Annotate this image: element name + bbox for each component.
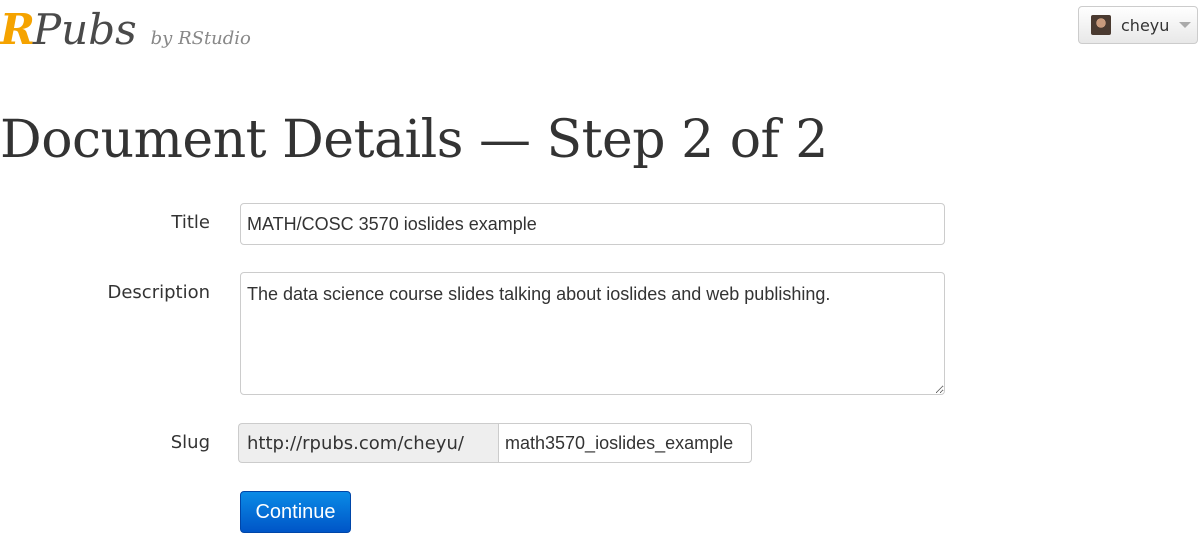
rpubs-logo[interactable]: RPubs by RStudio [0,8,251,58]
logo-pubs: Pubs [32,5,137,54]
title-label: Title [171,212,210,233]
slug-label: Slug [170,432,210,453]
user-name: cheyu [1121,15,1170,35]
continue-button[interactable]: Continue [240,491,351,533]
logo-by-rstudio: by RStudio [150,28,251,49]
logo-r: R [0,5,35,54]
description-label: Description [107,282,210,303]
page-title: Document Details — Step 2 of 2 [0,110,828,170]
chevron-down-icon [1179,22,1192,28]
avatar [1091,15,1111,35]
slug-input[interactable] [498,423,752,463]
slug-prefix: http://rpubs.com/cheyu/ [238,423,498,463]
description-textarea[interactable]: The data science course slides talking a… [240,272,945,395]
title-input[interactable] [240,203,945,245]
user-menu-button[interactable]: cheyu [1078,6,1198,44]
